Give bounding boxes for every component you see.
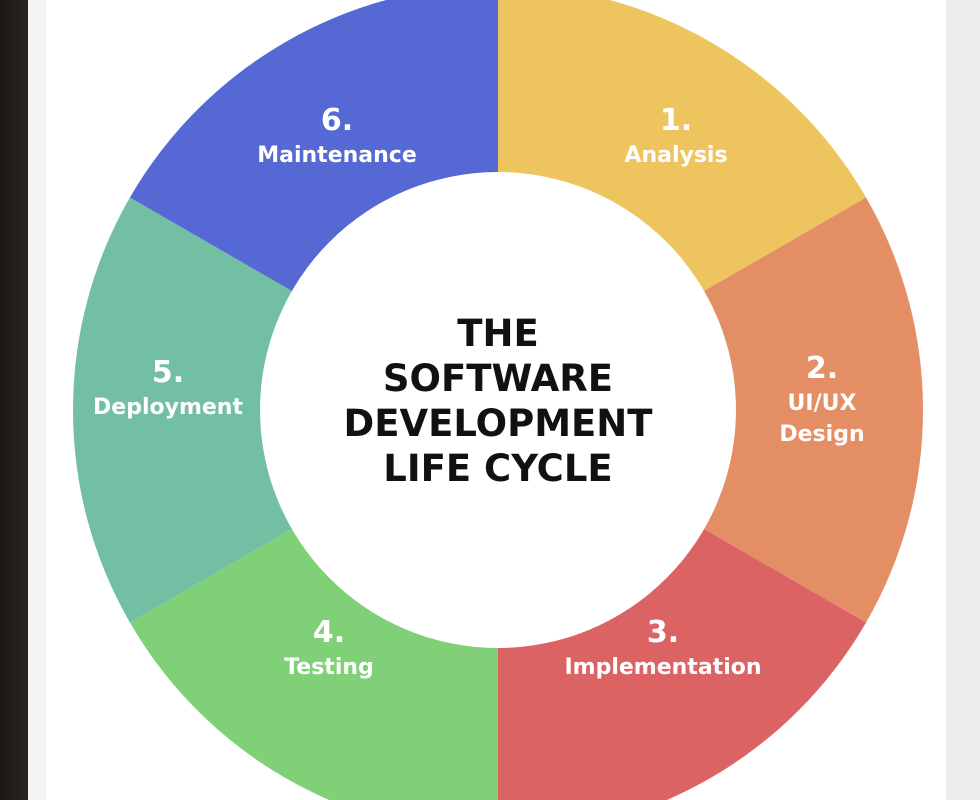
segment-2-number: 2.: [806, 351, 838, 386]
segment-1-number: 1.: [660, 103, 692, 138]
center-title-line-3: DEVELOPMENT: [343, 402, 653, 445]
center-title-line-2: SOFTWARE: [383, 357, 613, 400]
segment-5-number: 5.: [152, 355, 184, 390]
segment-5-label-1: Deployment: [93, 395, 243, 420]
segment-2-label-2: Design: [779, 422, 864, 447]
center-title-line-1: THE: [457, 312, 538, 355]
segment-6-label-1: Maintenance: [257, 143, 417, 168]
segment-1-label-1: Analysis: [624, 143, 727, 168]
lifecycle-ring-diagram: 1. Analysis 2. UI/UX Design 3. Implementation 4…: [73, 0, 923, 800]
segment-3-number: 3.: [647, 615, 679, 650]
segment-3-label-1: Implementation: [564, 655, 761, 680]
segment-4-number: 4.: [313, 615, 345, 650]
segment-2-label-1: UI/UX: [788, 391, 857, 416]
center-title-line-4: LIFE CYCLE: [383, 447, 612, 490]
segment-6-number: 6.: [321, 103, 353, 138]
segment-4-label-1: Testing: [284, 655, 374, 680]
